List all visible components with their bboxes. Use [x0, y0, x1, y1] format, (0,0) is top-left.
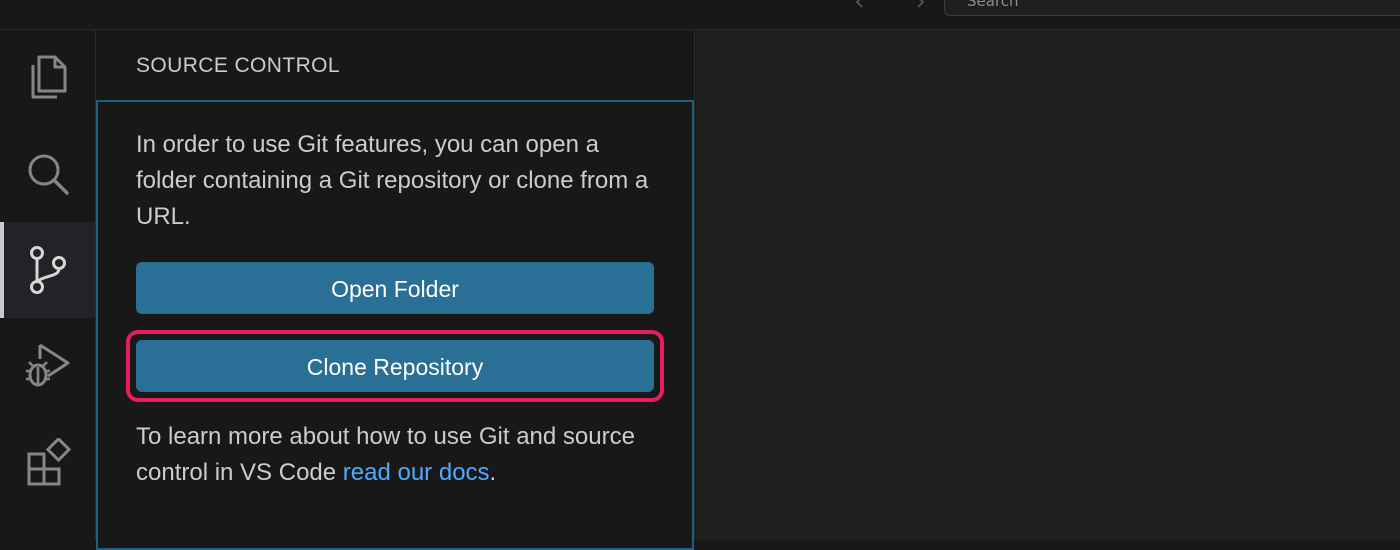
- intro-text: In order to use Git features, you can op…: [136, 131, 649, 230]
- editor-area: [696, 30, 1400, 540]
- activity-bar: [0, 30, 96, 540]
- activity-item-source-control[interactable]: [0, 222, 95, 318]
- chevron-right-icon[interactable]: [910, 0, 930, 12]
- learn-more-suffix: .: [489, 459, 497, 486]
- activity-item-extensions[interactable]: [0, 414, 95, 510]
- source-control-icon: [29, 246, 66, 294]
- chevron-left-icon[interactable]: [850, 0, 870, 12]
- command-center-label: Search: [967, 0, 1019, 10]
- search-icon: [28, 154, 69, 195]
- activity-item-search[interactable]: [0, 126, 95, 222]
- open-folder-button[interactable]: Open Folder: [136, 262, 654, 314]
- clone-repository-button[interactable]: Clone Repository: [136, 340, 654, 392]
- activity-item-explorer[interactable]: [0, 30, 95, 126]
- activity-item-run-debug[interactable]: [0, 318, 95, 414]
- source-control-sidebar: SOURCE CONTROL In order to use Git featu…: [96, 30, 695, 550]
- files-icon: [31, 55, 66, 99]
- extensions-icon: [27, 438, 71, 486]
- navigation-arrows: [850, 0, 930, 12]
- title-bar: Search: [0, 0, 1400, 30]
- source-control-welcome-view: In order to use Git features, you can op…: [96, 100, 694, 550]
- learn-more-text: To learn more about how to use Git and s…: [136, 419, 656, 491]
- command-center-search[interactable]: Search: [944, 0, 1400, 16]
- sidebar-title: SOURCE CONTROL: [136, 54, 340, 77]
- run-debug-icon: [25, 343, 69, 387]
- docs-link[interactable]: read our docs: [343, 459, 490, 486]
